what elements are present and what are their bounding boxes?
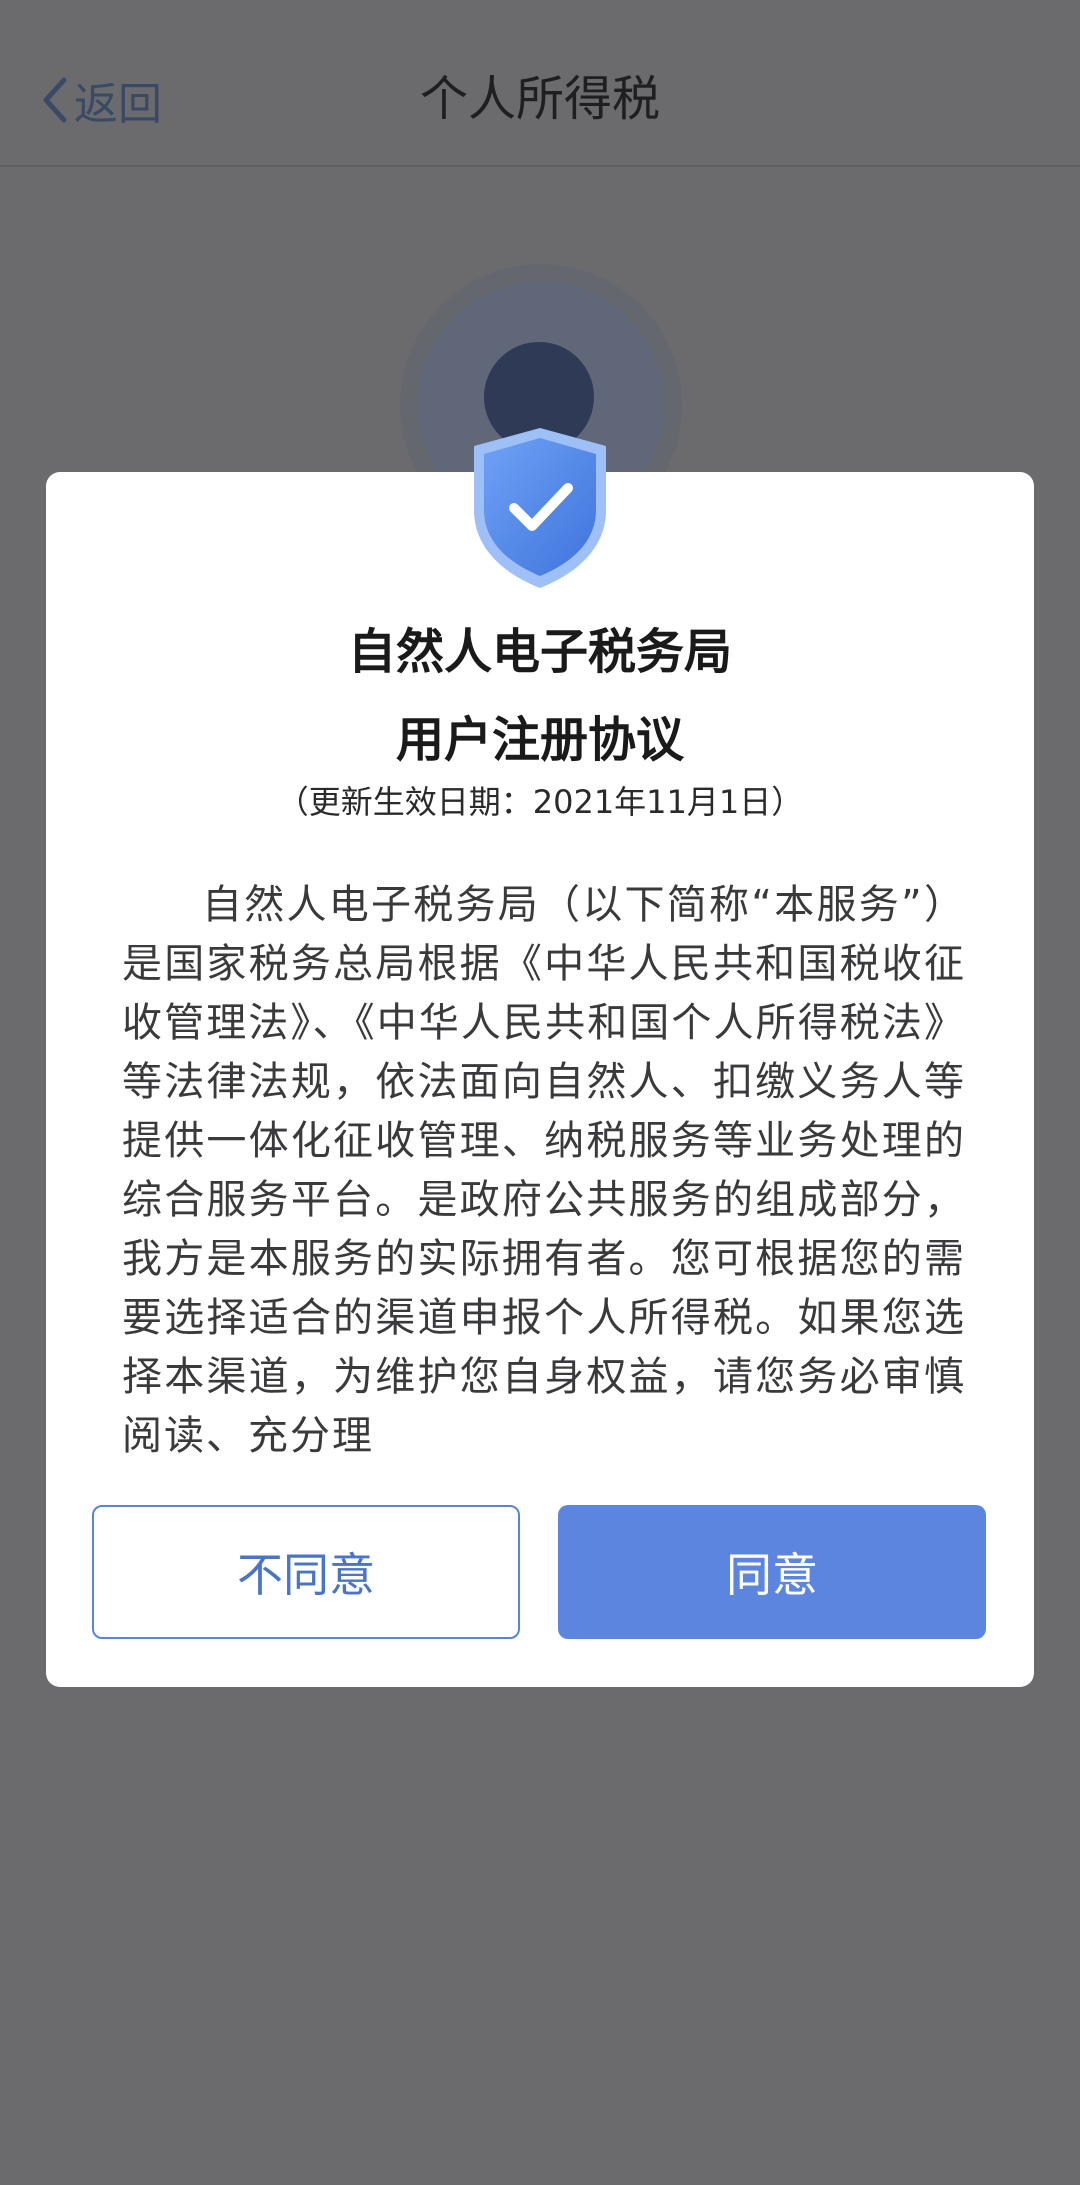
agreement-dialog: 自然人电子税务局 用户注册协议 （更新生效日期：2021年11月1日） 自然人电… — [46, 472, 1034, 1687]
agreement-text: 自然人电子税务局（以下简称“本服务”）是国家税务总局根据《中华人民共和国税收征收… — [122, 882, 966, 1459]
dialog-title: 自然人电子税务局 — [347, 624, 732, 680]
agreement-scroll-area[interactable]: 自然人电子税务局（以下简称“本服务”）是国家税务总局根据《中华人民共和国税收征收… — [122, 876, 966, 1516]
effective-date: （更新生效日期：2021年11月1日） — [276, 783, 804, 821]
agree-button[interactable]: 同意 — [558, 1505, 986, 1639]
page-title: 个人所得税 — [419, 71, 660, 127]
dialog-title-sub: 用户注册协议 — [395, 712, 684, 768]
screen: 返回 个人所得税 自然人电子税务局 用户注册协议 （更新生效日期：2021年11… — [0, 0, 1080, 2185]
disagree-button[interactable]: 不同意 — [92, 1505, 520, 1639]
shield-check-icon — [474, 428, 606, 588]
nav-bar: 返回 个人所得税 — [0, 0, 1080, 167]
